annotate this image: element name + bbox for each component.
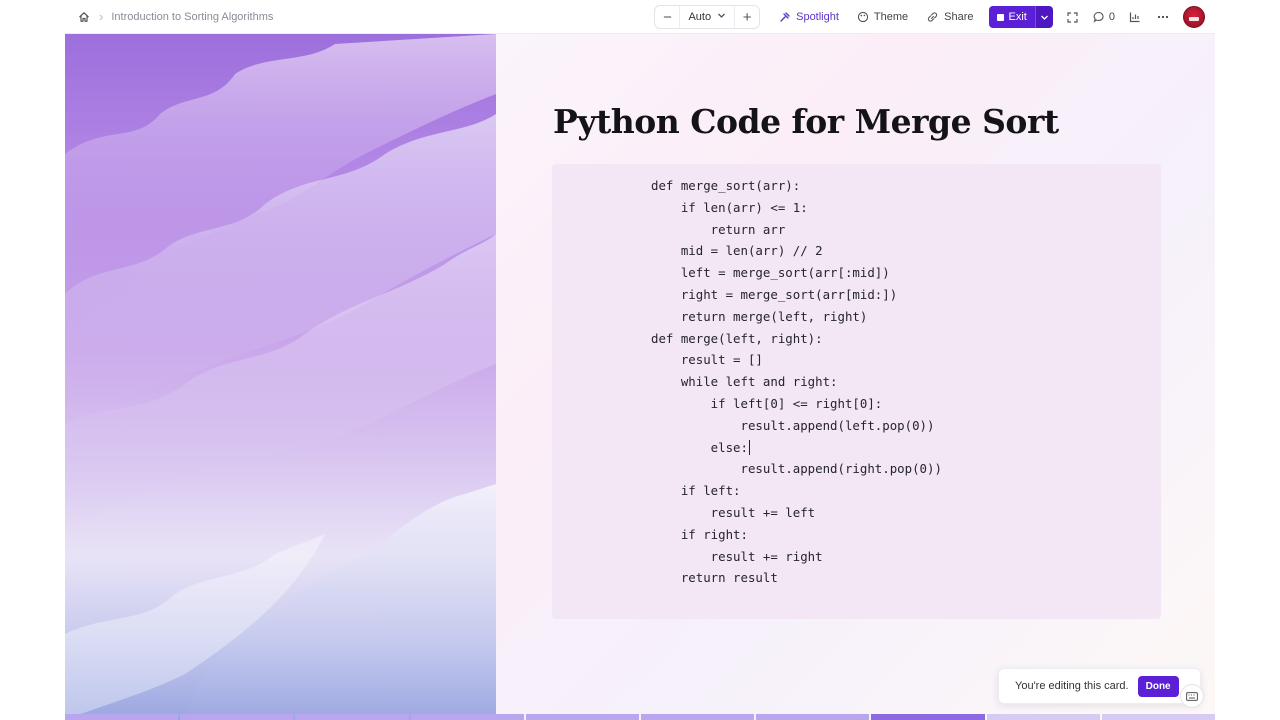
progress-segment[interactable] <box>295 714 409 720</box>
zoom-control: − Auto + <box>654 5 761 29</box>
code-line[interactable]: if right: <box>651 524 942 546</box>
top-toolbar: › Introduction to Sorting Algorithms − A… <box>65 0 1215 34</box>
code-line[interactable]: result.append(left.pop(0)) <box>651 415 942 437</box>
exit-dropdown-button[interactable] <box>1034 6 1053 28</box>
editing-toast: You're editing this card. Done <box>998 668 1201 704</box>
exit-button[interactable]: Exit <box>988 6 1035 28</box>
spotlight-button[interactable]: Spotlight <box>770 5 848 29</box>
theme-label: Theme <box>873 11 909 23</box>
comments-button[interactable]: 0 <box>1087 11 1121 23</box>
code-line[interactable]: mid = len(arr) // 2 <box>651 240 942 262</box>
more-icon <box>1157 15 1169 19</box>
comment-count: 0 <box>1108 11 1115 23</box>
exit-label: Exit <box>1008 11 1027 23</box>
code-text[interactable]: def merge_sort(arr): if len(arr) <= 1: r… <box>651 175 942 589</box>
code-line[interactable]: def merge_sort(arr): <box>651 175 942 197</box>
progress-segment[interactable] <box>986 714 1100 720</box>
fullscreen-icon <box>1067 11 1078 23</box>
theme-button[interactable]: Theme <box>848 5 917 29</box>
avatar[interactable] <box>1183 6 1205 28</box>
analytics-button[interactable] <box>1121 5 1149 29</box>
spotlight-icon <box>780 12 790 22</box>
chevron-right-icon: › <box>99 9 104 24</box>
code-line[interactable]: while left and right: <box>651 371 942 393</box>
exit-control: Exit <box>988 6 1053 28</box>
code-line[interactable]: result += right <box>651 546 942 568</box>
progress-segment[interactable] <box>65 714 179 720</box>
chevron-down-icon <box>1040 15 1048 20</box>
zoom-out-button[interactable]: − <box>655 6 679 28</box>
breadcrumb-doc-title[interactable]: Introduction to Sorting Algorithms <box>111 11 273 23</box>
progress-segment[interactable] <box>871 714 985 720</box>
progress-segment[interactable] <box>180 714 294 720</box>
code-line[interactable]: left = merge_sort(arr[:mid]) <box>651 262 942 284</box>
done-button[interactable]: Done <box>1137 675 1179 697</box>
code-line[interactable]: def merge(left, right): <box>651 328 942 350</box>
link-icon <box>928 12 938 22</box>
analytics-icon <box>1129 12 1140 23</box>
progress-segment[interactable] <box>756 714 870 720</box>
share-label: Share <box>944 11 974 23</box>
progress-segment[interactable] <box>410 714 524 720</box>
home-icon[interactable] <box>77 10 91 24</box>
toast-message: You're editing this card. <box>1015 680 1129 692</box>
code-line[interactable]: return arr <box>651 219 942 241</box>
code-line[interactable]: return result <box>651 567 942 589</box>
decorative-cloud-image <box>65 34 496 720</box>
code-line[interactable]: if left: <box>651 480 942 502</box>
card-content: Python Code for Merge Sort def merge_sor… <box>496 34 1215 720</box>
code-line[interactable]: result += left <box>651 502 942 524</box>
stop-icon <box>996 13 1004 21</box>
code-block[interactable]: def merge_sort(arr): if len(arr) <= 1: r… <box>552 164 1161 619</box>
share-button[interactable]: Share <box>917 5 982 29</box>
comment-icon <box>1093 11 1104 23</box>
progress-segment[interactable] <box>641 714 755 720</box>
code-line[interactable]: if left[0] <= right[0]: <box>651 393 942 415</box>
chevron-down-icon <box>717 11 726 23</box>
progress-segment[interactable] <box>1101 714 1216 720</box>
palette-icon <box>857 11 869 23</box>
card-slide: Python Code for Merge Sort def merge_sor… <box>65 34 1215 720</box>
breadcrumb: › Introduction to Sorting Algorithms <box>77 9 273 24</box>
text-cursor <box>748 439 750 455</box>
code-line[interactable]: result = [] <box>651 349 942 371</box>
progress-segment[interactable] <box>525 714 640 720</box>
code-line[interactable]: right = merge_sort(arr[mid:]) <box>651 284 942 306</box>
page-title[interactable]: Python Code for Merge Sort <box>553 102 1059 141</box>
zoom-select[interactable]: Auto <box>679 6 736 28</box>
zoom-in-button[interactable]: + <box>735 6 759 28</box>
slide-progress-bar <box>65 714 1216 720</box>
code-line[interactable]: if len(arr) <= 1: <box>651 197 942 219</box>
code-line[interactable]: else: <box>651 437 942 459</box>
fullscreen-button[interactable] <box>1059 5 1087 29</box>
keyboard-shortcuts-button[interactable] <box>1180 684 1204 708</box>
zoom-value: Auto <box>688 11 712 23</box>
spotlight-label: Spotlight <box>796 11 839 23</box>
code-line[interactable]: return merge(left, right) <box>651 306 942 328</box>
keyboard-icon <box>1186 691 1198 701</box>
more-options-button[interactable] <box>1149 5 1177 29</box>
code-line[interactable]: result.append(right.pop(0)) <box>651 458 942 480</box>
